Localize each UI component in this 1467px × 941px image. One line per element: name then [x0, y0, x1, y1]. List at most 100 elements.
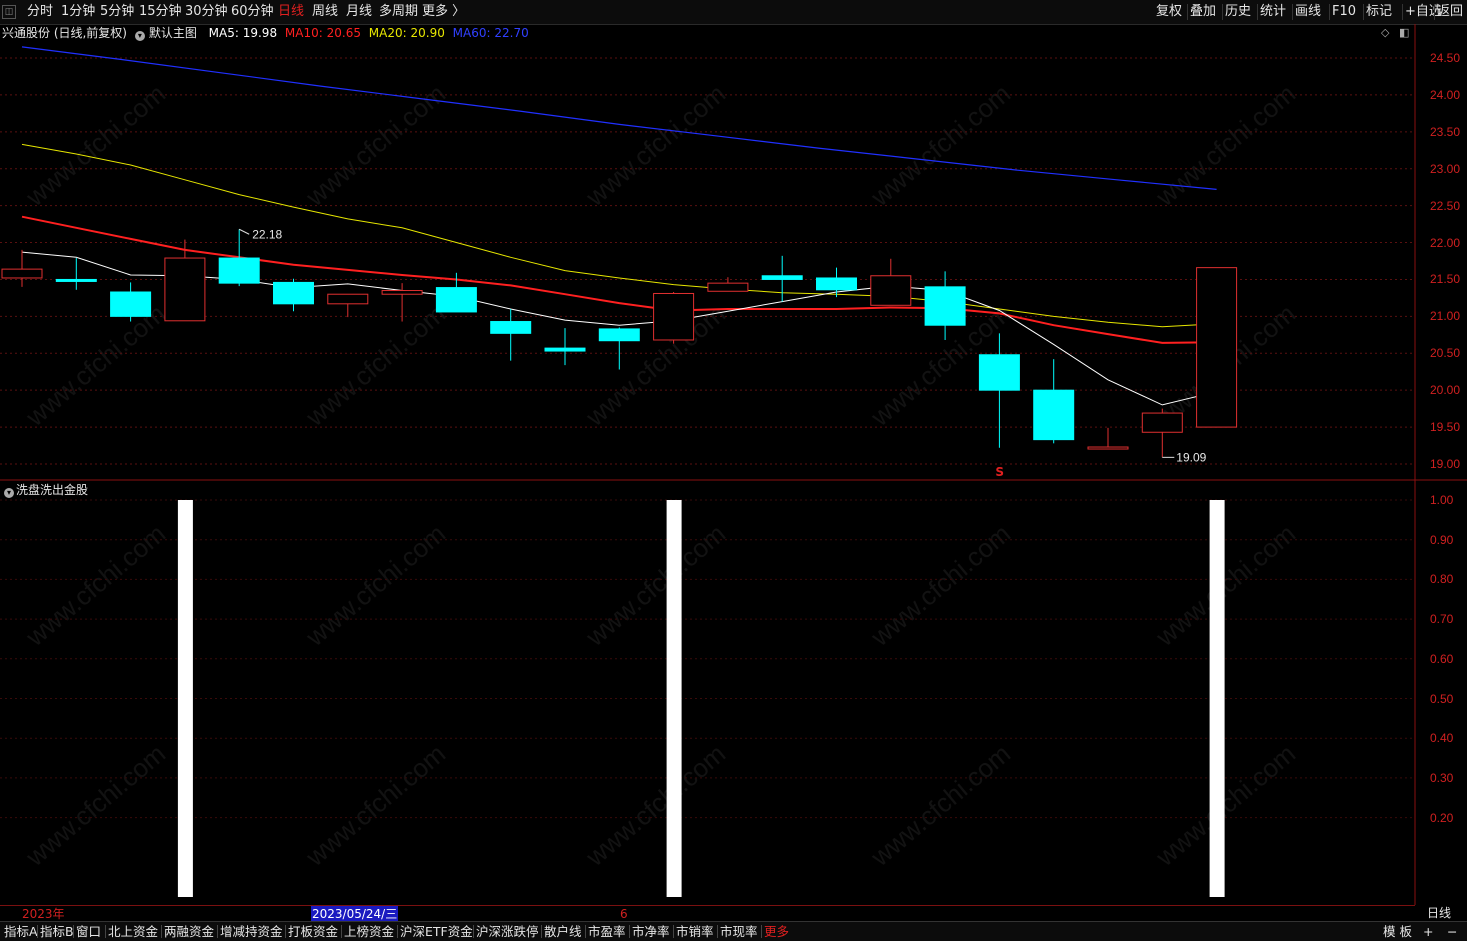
signal-bar	[1209, 500, 1225, 897]
separator	[397, 925, 398, 938]
toolbar-button[interactable]: 返回	[1437, 0, 1463, 24]
toolbar-button[interactable]: 历史	[1225, 0, 1251, 24]
price-tick: 20.00	[1430, 383, 1461, 398]
candle-body	[435, 287, 477, 313]
candle-body	[544, 347, 586, 352]
candle-body	[1033, 389, 1075, 441]
price-tick: 22.50	[1430, 198, 1461, 213]
candle-body	[164, 257, 206, 322]
bottom-tab[interactable]: 打板资金	[288, 922, 338, 941]
candle-body	[816, 277, 857, 291]
separator	[285, 925, 286, 938]
period-tab[interactable]: 日线	[278, 0, 304, 24]
sell-marker: S	[995, 465, 1004, 479]
bottom-tab[interactable]: 市现率	[720, 922, 758, 941]
candle-body	[381, 290, 423, 295]
period-tab[interactable]: 月线	[346, 0, 372, 24]
separator	[161, 925, 162, 938]
separator	[1363, 4, 1364, 20]
separator	[1292, 4, 1293, 20]
toolbar-button[interactable]: 统计	[1260, 0, 1286, 24]
month-label: 6	[620, 907, 628, 921]
price-tick: 24.00	[1430, 87, 1461, 102]
price-tick: 21.50	[1430, 272, 1461, 287]
bottom-right-button[interactable]: 模 板	[1383, 922, 1412, 941]
indicator-tick: 0.50	[1430, 691, 1454, 706]
period-tab[interactable]: 多周期	[379, 0, 418, 24]
period-tab[interactable]: 5分钟	[100, 0, 134, 24]
bottom-tab[interactable]: 两融资金	[164, 922, 214, 941]
date-axis: 2023年 2023/05/24/三 6	[0, 905, 1415, 922]
bottom-tab[interactable]: 沪深ETF资金	[400, 922, 473, 941]
signal-bar	[177, 500, 193, 897]
toolbar-button[interactable]: 叠加	[1190, 0, 1216, 24]
bottom-tab-bar: 指标A 指标B 窗口 北上资金 两融资金 增减持资金 打板资金 上榜资金 沪深ETF资金 沪深涨跌…	[0, 921, 1467, 941]
candle-body	[1141, 412, 1183, 433]
period-tab[interactable]: 60分钟	[231, 0, 274, 24]
period-tab[interactable]: 周线	[312, 0, 338, 24]
candle-body	[273, 281, 314, 305]
period-tab[interactable]: 1分钟	[61, 0, 95, 24]
separator	[585, 925, 586, 938]
bottom-tab[interactable]: 更多	[764, 922, 789, 941]
candle-body	[978, 354, 1020, 391]
price-tick: 19.00	[1430, 457, 1461, 471]
year-label: 2023年	[22, 907, 65, 921]
indicator-tick: 0.90	[1430, 532, 1454, 547]
period-tab[interactable]: 30分钟	[185, 0, 228, 24]
period-tab[interactable]: 15分钟	[139, 0, 182, 24]
indicator-chart[interactable]	[0, 480, 1467, 905]
bottom-tab[interactable]: 指标B	[40, 922, 74, 941]
bottom-right-button[interactable]: −	[1447, 922, 1457, 941]
separator	[73, 925, 74, 938]
separator	[629, 925, 630, 938]
toolbar-button[interactable]: 复权	[1156, 0, 1182, 24]
separator	[541, 925, 542, 938]
separator	[217, 925, 218, 938]
bottom-tab[interactable]: 沪深涨跌停	[476, 922, 539, 941]
price-tick: 23.00	[1430, 161, 1461, 176]
indicator-tick: 1.00	[1430, 493, 1454, 507]
candlestick-chart[interactable]: 22.18 19.09 S	[0, 24, 1467, 504]
candle-body	[218, 257, 260, 284]
separator	[1187, 4, 1188, 20]
indicator-tick: 0.60	[1430, 651, 1454, 666]
price-tick: 20.50	[1430, 346, 1461, 361]
toolbar-button[interactable]: 标记	[1366, 0, 1392, 24]
bottom-tab[interactable]: 增减持资金	[220, 922, 283, 941]
ma60-line	[21, 46, 1217, 190]
separator	[673, 925, 674, 938]
toolbar-button[interactable]: 画线	[1295, 0, 1321, 24]
period-tab[interactable]: 分时	[27, 0, 53, 24]
separator	[1434, 4, 1435, 20]
bottom-tab[interactable]: 市销率	[676, 922, 714, 941]
candle-body	[870, 275, 912, 306]
toolbar-button[interactable]: F10	[1332, 0, 1356, 24]
separator	[717, 925, 718, 938]
separator	[1257, 4, 1258, 20]
candle-body	[110, 291, 152, 317]
bottom-tab[interactable]: 上榜资金	[344, 922, 394, 941]
candle-body	[1087, 446, 1129, 450]
candle-body	[55, 278, 97, 282]
bottom-tab[interactable]: 市盈率	[588, 922, 626, 941]
period-tab[interactable]: 更多 〉	[422, 0, 465, 24]
signal-bar	[666, 500, 682, 897]
top-toolbar: ◫ 分时 1分钟 5分钟 15分钟 30分钟 60分钟 日线 周线 月线 多周期 更多 〉 复权 叠加…	[0, 0, 1467, 25]
indicator-tick: 0.70	[1430, 612, 1454, 627]
candle-body	[598, 328, 640, 342]
cursor-date: 2023/05/24/三	[311, 906, 399, 922]
bottom-tab[interactable]: 指标A	[4, 922, 38, 941]
candle-body	[1, 268, 43, 279]
bottom-tab[interactable]: 北上资金	[108, 922, 158, 941]
separator	[1329, 4, 1330, 20]
bottom-tab[interactable]: 散户线	[544, 922, 582, 941]
price-tick: 21.00	[1430, 309, 1461, 324]
bottom-tab[interactable]: 窗口	[76, 922, 101, 941]
separator	[1222, 4, 1223, 20]
window-corner-icon[interactable]: ◫	[2, 5, 16, 19]
bottom-tab[interactable]: 市净率	[632, 922, 670, 941]
bottom-right-button[interactable]: +	[1423, 922, 1433, 941]
candle-body	[327, 293, 369, 305]
price-tick: 24.50	[1430, 51, 1461, 65]
